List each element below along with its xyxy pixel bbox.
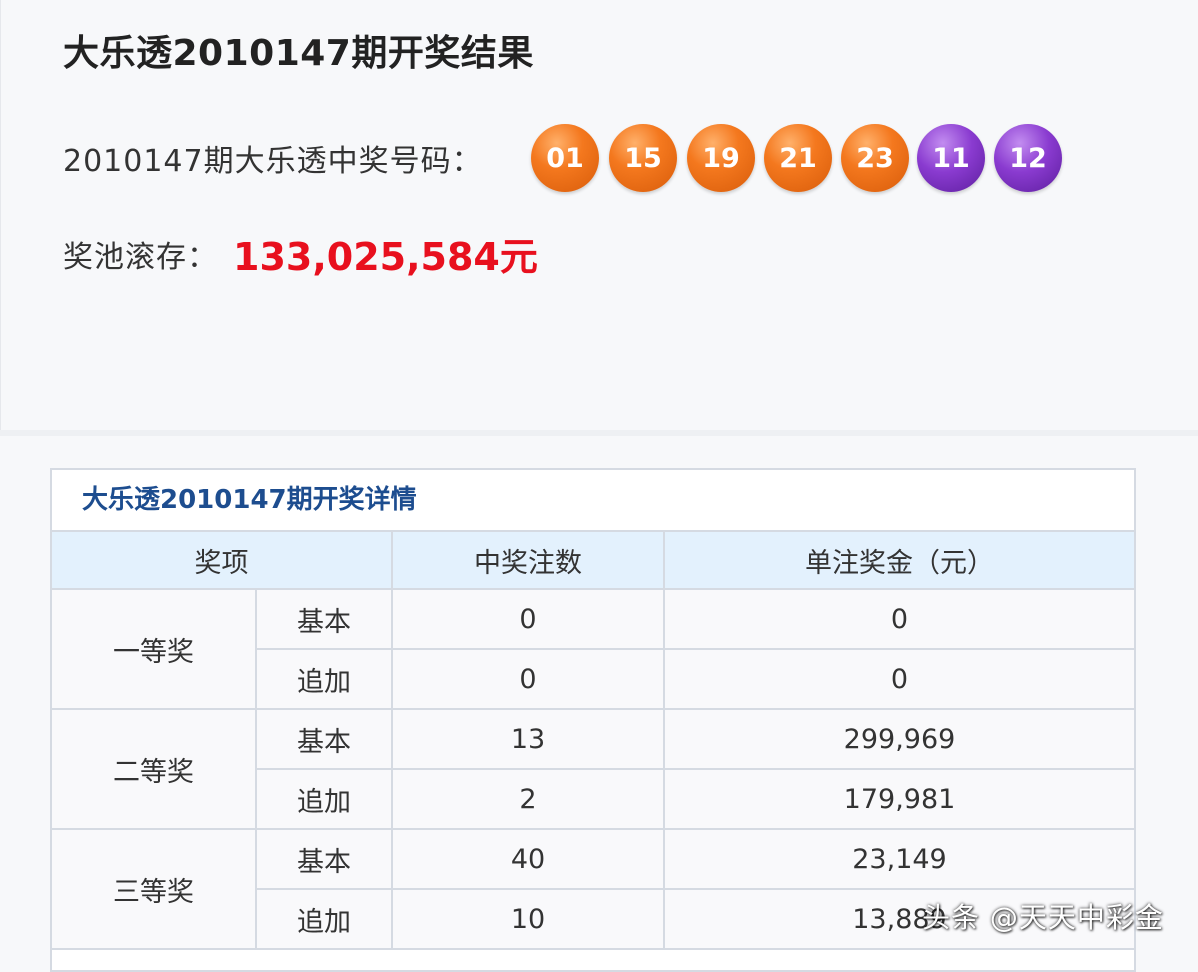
front-ball-5: 23 bbox=[841, 124, 909, 192]
table-row: 三等奖 基本 40 23,149 bbox=[52, 828, 1134, 950]
draw-details-title: 大乐透2010147期开奖详情 bbox=[52, 470, 1134, 532]
bet-type: 追加 bbox=[255, 648, 393, 710]
front-ball-4: 21 bbox=[764, 124, 832, 192]
winner-count: 40 bbox=[391, 828, 665, 890]
front-ball-1: 01 bbox=[531, 124, 599, 192]
watermark: 头条 @天天中彩金 bbox=[922, 901, 1164, 934]
prize-table: 奖项 中奖注数 单注奖金（元） 一等奖 基本 0 0 追加 0 0 二等奖 基本… bbox=[52, 532, 1134, 950]
prize-amount: 23,149 bbox=[663, 828, 1134, 890]
prize-level-name: 三等奖 bbox=[52, 828, 257, 950]
prize-amount: 179,981 bbox=[663, 768, 1134, 830]
jackpot-pool-label: 奖池滚存： bbox=[63, 240, 218, 275]
bet-type: 基本 bbox=[255, 588, 393, 650]
header-prize-level: 奖项 bbox=[52, 532, 393, 590]
prize-amount: 299,969 bbox=[663, 708, 1134, 770]
bet-type: 追加 bbox=[255, 888, 393, 950]
prize-table-header: 奖项 中奖注数 单注奖金（元） bbox=[52, 532, 1134, 590]
winner-count: 0 bbox=[391, 588, 665, 650]
draw-result-panel: 大乐透2010147期开奖结果 2010147期大乐透中奖号码： 01 15 1… bbox=[0, 0, 1198, 430]
back-ball-2: 12 bbox=[994, 124, 1062, 192]
bet-type: 基本 bbox=[255, 828, 393, 890]
back-ball-1: 11 bbox=[917, 124, 985, 192]
winner-count: 0 bbox=[391, 648, 665, 710]
prize-level-name: 二等奖 bbox=[52, 708, 257, 830]
prize-level-name: 一等奖 bbox=[52, 588, 257, 710]
table-row: 二等奖 基本 13 299,969 bbox=[52, 708, 1134, 830]
jackpot-pool-value: 133,025,584元 bbox=[233, 235, 538, 279]
header-winner-count: 中奖注数 bbox=[391, 532, 665, 590]
bet-type: 追加 bbox=[255, 768, 393, 830]
winner-count: 2 bbox=[391, 768, 665, 830]
winner-count: 13 bbox=[391, 708, 665, 770]
winning-numbers-label: 2010147期大乐透中奖号码： bbox=[63, 144, 483, 179]
prize-amount: 0 bbox=[663, 648, 1134, 710]
header-prize-amount: 单注奖金（元） bbox=[663, 532, 1134, 590]
prize-amount: 0 bbox=[663, 588, 1134, 650]
front-ball-3: 19 bbox=[687, 124, 755, 192]
winner-count: 10 bbox=[391, 888, 665, 950]
table-row: 一等奖 基本 0 0 bbox=[52, 588, 1134, 710]
front-ball-2: 15 bbox=[609, 124, 677, 192]
section-divider bbox=[0, 430, 1198, 436]
page-title: 大乐透2010147期开奖结果 bbox=[63, 33, 534, 74]
bet-type: 基本 bbox=[255, 708, 393, 770]
